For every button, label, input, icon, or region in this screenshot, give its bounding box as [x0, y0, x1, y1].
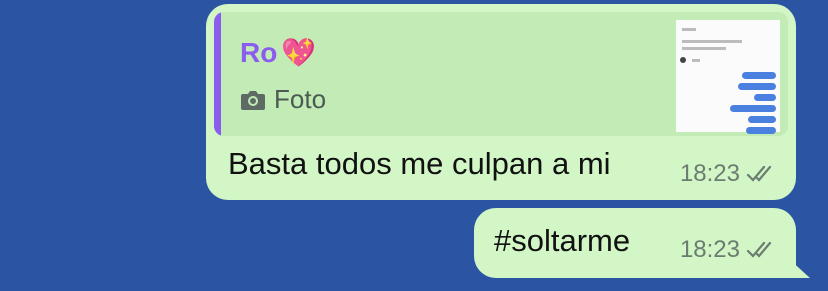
thumbnail-detail [692, 59, 700, 62]
thumbnail-detail [682, 47, 726, 50]
quote-photo-thumbnail[interactable] [676, 20, 780, 134]
thumbnail-detail [682, 28, 696, 31]
quote-author-name: Ro [240, 37, 278, 68]
bubble-tail [788, 258, 810, 278]
outgoing-message-bubble[interactable]: #soltarme 18:23 [474, 208, 810, 278]
message-meta: 18:23 [680, 236, 776, 264]
thumbnail-detail [738, 83, 776, 90]
thumbnail-detail [730, 105, 776, 112]
double-check-icon [746, 241, 772, 258]
sparkling-heart-icon: 💖 [281, 37, 317, 68]
thumbnail-detail [748, 116, 776, 123]
quote-media-type: Foto [240, 84, 326, 115]
message-text: #soltarme [494, 223, 631, 258]
thumbnail-detail [680, 57, 686, 63]
quoted-reply[interactable]: Ro 💖 Foto [214, 12, 788, 136]
message-meta: 18:23 [680, 160, 776, 188]
double-check-icon [746, 165, 772, 182]
quote-type-label: Foto [274, 84, 327, 114]
outgoing-message-bubble[interactable]: Ro 💖 Foto Basta todos me culpan a mi 18:… [206, 4, 796, 200]
message-text: Basta todos me culpan a mi [228, 146, 611, 181]
camera-icon [241, 90, 265, 110]
message-time: 18:23 [679, 236, 740, 263]
message-time: 18:23 [679, 160, 740, 187]
thumbnail-detail [742, 72, 776, 79]
quote-accent-bar [214, 12, 221, 136]
thumbnail-detail [682, 40, 742, 43]
quote-author: Ro 💖 [240, 36, 316, 69]
thumbnail-detail [746, 127, 776, 134]
thumbnail-detail [754, 94, 776, 101]
